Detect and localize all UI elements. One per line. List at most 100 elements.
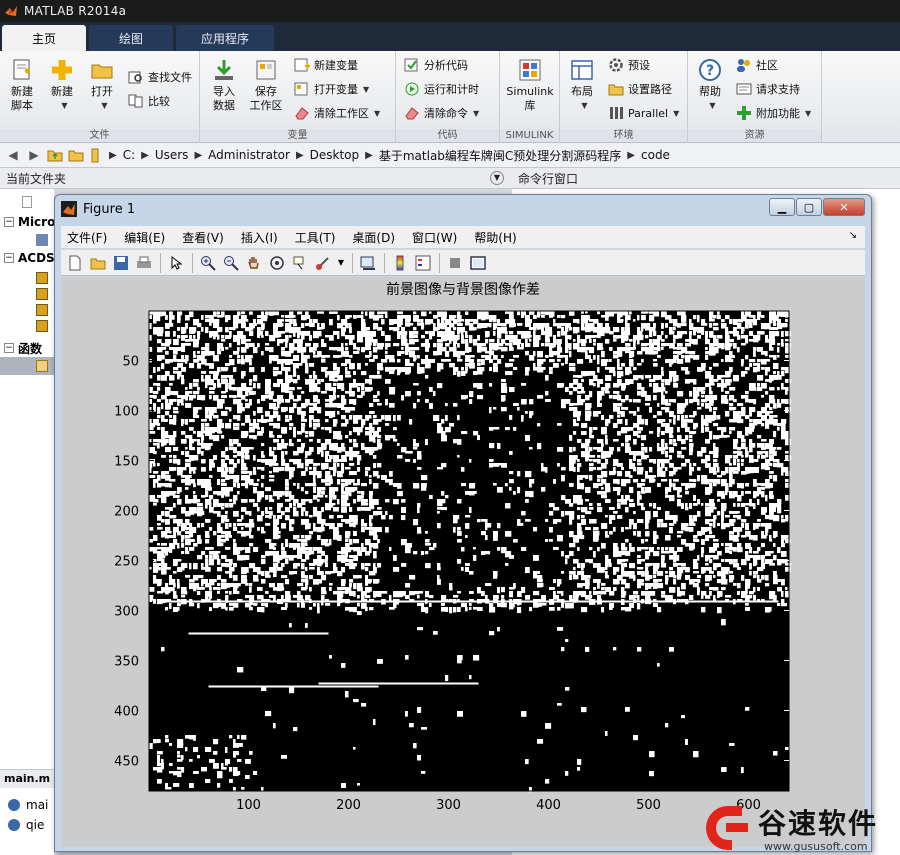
clear-workspace-button[interactable]: 清除工作区 ▼: [294, 103, 380, 123]
pointer-icon[interactable]: [166, 253, 186, 273]
new-figure-icon[interactable]: [65, 253, 85, 273]
compare-button[interactable]: 比较: [128, 91, 170, 111]
zoom-out-icon[interactable]: [221, 253, 241, 273]
set-path-button[interactable]: 设置路径: [608, 79, 672, 99]
menu-tools[interactable]: 工具(T): [295, 229, 336, 246]
image-pixel: [157, 339, 162, 344]
image-pixel: [253, 503, 259, 507]
new-variable-button[interactable]: 新建变量: [294, 55, 358, 75]
menu-insert[interactable]: 插入(I): [241, 229, 278, 246]
collapse-toggle-icon[interactable]: −: [4, 343, 14, 353]
new-script-button[interactable]: 新建 脚本: [2, 57, 42, 113]
brush-icon[interactable]: [313, 253, 333, 273]
image-pixel: [473, 547, 476, 550]
tab-home[interactable]: 主页: [2, 25, 86, 51]
open-button[interactable]: 打开 ▼: [82, 57, 122, 113]
figure-canvas[interactable]: 前景图像与背景图像作差 100 200 300 400 500 600 50 100 150 20…: [61, 277, 865, 847]
tree-node-micro[interactable]: − Micro: [0, 213, 55, 231]
hide-plot-tools-icon[interactable]: [445, 253, 465, 273]
image-pixel: [645, 523, 649, 530]
chevron-down-icon[interactable]: ▼: [336, 253, 346, 273]
close-button[interactable]: ✕: [823, 198, 865, 216]
legend-icon[interactable]: [413, 253, 433, 273]
image-pixel: [681, 563, 686, 567]
figure-window[interactable]: Figure 1 ▁ ▢ ✕ 文件(F) 编辑(E) 查看(V) 插入(I) 工…: [54, 194, 872, 852]
request-support-button[interactable]: 请求支持: [736, 79, 800, 99]
link-plot-icon[interactable]: [358, 253, 378, 273]
path-separator-icon: ▶: [109, 149, 117, 161]
parallel-button[interactable]: Parallel ▼: [608, 103, 679, 123]
collapse-toggle-icon[interactable]: −: [4, 253, 14, 263]
import-data-button[interactable]: 导入 数据: [204, 57, 244, 113]
path-segment[interactable]: Administrator: [208, 148, 290, 162]
dock-arrow-icon[interactable]: ↘: [849, 230, 857, 241]
clear-commands-button[interactable]: 清除命令 ▼: [404, 103, 479, 123]
layout-button[interactable]: 布局 ▼: [562, 57, 602, 113]
image-pixel: [325, 459, 332, 463]
new-button[interactable]: 新建 ▼: [42, 57, 82, 113]
path-segment[interactable]: Desktop: [310, 148, 360, 162]
menu-edit[interactable]: 编辑(E): [124, 229, 165, 246]
tab-plots[interactable]: 绘图: [89, 25, 173, 51]
list-item[interactable]: qie: [0, 816, 54, 834]
path-segment[interactable]: C:: [123, 148, 135, 162]
find-files-button[interactable]: 查找文件: [128, 67, 192, 87]
panel-menu-icon[interactable]: ▼: [490, 171, 504, 185]
path-segment[interactable]: code: [641, 148, 670, 162]
add-ons-button[interactable]: 附加功能 ▼: [736, 103, 811, 123]
analyze-code-button[interactable]: 分析代码: [404, 55, 468, 75]
image-pixel: [749, 591, 754, 595]
run-and-time-button[interactable]: 运行和计时: [404, 79, 479, 99]
save-icon[interactable]: [111, 253, 131, 273]
image-pixel: [281, 319, 284, 322]
image-pixel: [157, 583, 162, 587]
image-pixel: [777, 343, 781, 346]
image-pixel: [713, 567, 717, 571]
simulink-library-button[interactable]: Simulink 库: [504, 57, 556, 113]
rotate-3d-icon[interactable]: [267, 253, 287, 273]
colorbar-icon[interactable]: [390, 253, 410, 273]
community-button[interactable]: 社区: [736, 55, 778, 75]
image-pixel: [613, 371, 616, 377]
browse-folder-icon[interactable]: [67, 146, 85, 164]
image-pixel: [649, 563, 653, 566]
minimize-button[interactable]: ▁: [769, 198, 795, 216]
data-cursor-icon[interactable]: [290, 253, 310, 273]
menu-help[interactable]: 帮助(H): [474, 229, 516, 246]
menu-desktop[interactable]: 桌面(D): [352, 229, 395, 246]
image-pixel: [521, 331, 526, 336]
menu-window[interactable]: 窗口(W): [412, 229, 457, 246]
binary-image-plot[interactable]: 前景图像与背景图像作差 100 200 300 400 500 6005010015020…: [61, 277, 865, 847]
image-pixel: [605, 535, 610, 538]
show-plot-tools-icon[interactable]: [468, 253, 488, 273]
list-item[interactable]: [0, 193, 32, 211]
tree-node-functions[interactable]: − 函数: [0, 339, 42, 357]
image-pixel: [357, 387, 360, 392]
forward-arrow-icon[interactable]: ▶: [25, 146, 43, 164]
menu-file[interactable]: 文件(F): [67, 229, 107, 246]
path-segment[interactable]: 基于matlab编程车牌闽C预处理分割源码程序: [379, 147, 621, 164]
collapse-toggle-icon[interactable]: −: [4, 217, 14, 227]
pan-hand-icon[interactable]: [244, 253, 264, 273]
tab-apps[interactable]: 应用程序: [176, 25, 274, 51]
list-item[interactable]: mai: [0, 796, 54, 814]
help-button[interactable]: ? 帮助 ▼: [690, 57, 730, 113]
list-item[interactable]: [0, 231, 48, 249]
image-pixel: [285, 407, 288, 412]
tree-node-acds[interactable]: − ACDS: [0, 249, 55, 267]
save-workspace-button[interactable]: 保存 工作区: [246, 57, 286, 113]
maximize-button[interactable]: ▢: [796, 198, 822, 216]
selected-list-item[interactable]: [0, 357, 54, 375]
list-item[interactable]: [0, 317, 48, 335]
zoom-in-icon[interactable]: [198, 253, 218, 273]
path-segment[interactable]: Users: [155, 148, 189, 162]
open-variable-button[interactable]: 打开变量 ▼: [294, 79, 369, 99]
print-icon[interactable]: [134, 253, 154, 273]
up-folder-icon[interactable]: [46, 146, 64, 164]
open-file-icon[interactable]: [88, 253, 108, 273]
image-pixel: [733, 563, 740, 568]
menu-view[interactable]: 查看(V): [182, 229, 224, 246]
back-arrow-icon[interactable]: ◀: [4, 146, 22, 164]
image-pixel: [345, 343, 348, 346]
preferences-button[interactable]: 预设: [608, 55, 650, 75]
